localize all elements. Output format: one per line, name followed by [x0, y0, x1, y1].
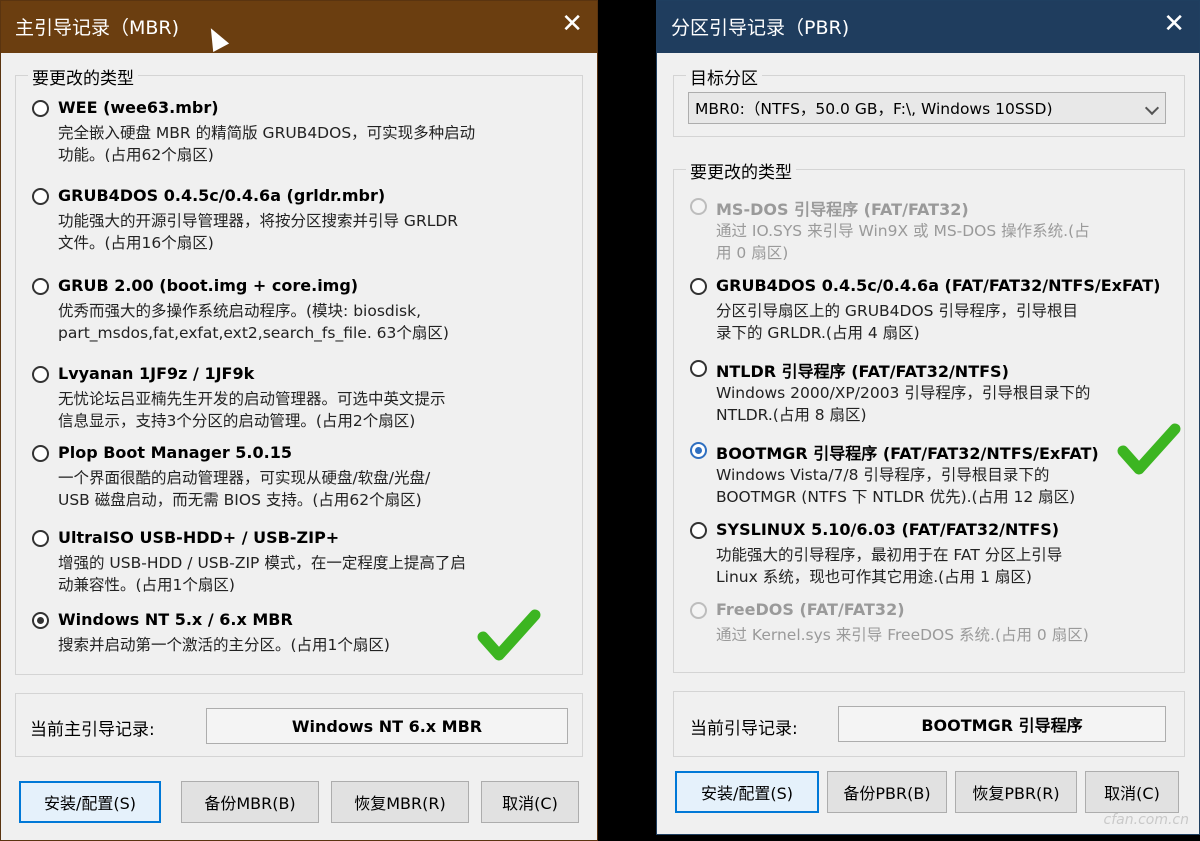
- mbr-option-title: WEE (wee63.mbr): [58, 98, 219, 117]
- mbr-option-title: Plop Boot Manager 5.0.15: [58, 443, 292, 462]
- checkmark-icon: [477, 609, 541, 661]
- pbr-option-title: BOOTMGR 引导程序 (FAT/FAT32/NTFS/ExFAT): [716, 444, 1099, 463]
- watermark-text: cfan.com.cn: [1103, 812, 1189, 828]
- pbr-option-title: GRUB4DOS 0.4.5c/0.4.6a (FAT/FAT32/NTFS/E…: [716, 276, 1161, 295]
- pbr-option-desc: Windows 2000/XP/2003 引导程序，引导根目录下的 NTLDR.…: [716, 384, 1091, 424]
- pbr-dialog: 分区引导记录（PBR) ✕ 目标分区 MBR0:（NTFS，50.0 GB，F:…: [656, 0, 1200, 835]
- pbr-type-group-label: 要更改的类型: [686, 158, 796, 183]
- checkmark-icon: [1117, 423, 1181, 475]
- pbr-restore-button[interactable]: 恢复PBR(R): [955, 771, 1077, 813]
- pbr-option-desc: 通过 IO.SYS 来引导 Win9X 或 MS-DOS 操作系统.(占 用 0…: [716, 222, 1090, 262]
- chevron-down-icon: [1144, 100, 1160, 116]
- pbr-close-button[interactable]: ✕: [1163, 9, 1185, 39]
- mbr-option-radio[interactable]: [32, 530, 49, 547]
- pbr-target-label: 目标分区: [686, 64, 762, 89]
- pbr-target-value: MBR0:（NTFS，50.0 GB，F:\, Windows 10SSD): [695, 100, 1053, 118]
- mbr-option-desc: 一个界面很酷的启动管理器，可实现从硬盘/软盘/光盘/ USB 磁盘启动，而无需 …: [58, 469, 431, 509]
- mbr-current-group: 当前主引导记录: Windows NT 6.x MBR: [15, 693, 583, 757]
- pbr-option-title: SYSLINUX 5.10/6.03 (FAT/FAT32/NTFS): [716, 520, 1060, 539]
- mbr-option-desc: 无忧论坛吕亚楠先生开发的启动管理器。可选中英文提示 信息显示，支持3个分区的启动…: [58, 390, 446, 430]
- pbr-option-radio: [690, 602, 707, 619]
- mbr-restore-button[interactable]: 恢复MBR(R): [331, 781, 469, 823]
- mbr-backup-button[interactable]: 备份MBR(B): [181, 781, 319, 823]
- mbr-type-group-label: 要更改的类型: [28, 64, 138, 89]
- pbr-option-radio[interactable]: [690, 360, 707, 377]
- mbr-option-title: GRUB4DOS 0.4.5c/0.4.6a (grldr.mbr): [58, 186, 386, 205]
- mbr-option-radio[interactable]: [32, 612, 49, 629]
- mbr-cancel-button[interactable]: 取消(C): [481, 781, 579, 823]
- mbr-titlebar[interactable]: 主引导记录（MBR) ✕: [1, 1, 597, 53]
- mbr-install-button[interactable]: 安装/配置(S): [19, 781, 161, 823]
- pbr-option-title: NTLDR 引导程序 (FAT/FAT32/NTFS): [716, 362, 1009, 381]
- mbr-current-value: Windows NT 6.x MBR: [206, 708, 568, 744]
- mbr-option-title: Windows NT 5.x / 6.x MBR: [58, 610, 293, 629]
- pbr-option-title: MS-DOS 引导程序 (FAT/FAT32): [716, 200, 969, 219]
- mbr-option-radio[interactable]: [32, 278, 49, 295]
- pbr-titlebar[interactable]: 分区引导记录（PBR) ✕: [657, 1, 1199, 53]
- mbr-current-label: 当前主引导记录:: [30, 720, 155, 740]
- pbr-install-button[interactable]: 安装/配置(S): [675, 771, 819, 813]
- pbr-cancel-button[interactable]: 取消(C): [1085, 771, 1179, 813]
- mbr-option-radio[interactable]: [32, 188, 49, 205]
- pbr-option-desc: 分区引导扇区上的 GRUB4DOS 引导程序，引导根目 录下的 GRLDR.(占…: [716, 302, 1078, 342]
- pbr-current-value: BOOTMGR 引导程序: [838, 706, 1166, 742]
- pbr-current-label: 当前引导记录:: [690, 719, 798, 739]
- mbr-type-group: 要更改的类型 WEE (wee63.mbr) 完全嵌入硬盘 MBR 的精简版 GR…: [15, 64, 583, 675]
- mbr-dialog: 主引导记录（MBR) ✕ 要更改的类型 WEE (wee63.mbr) 完全嵌入硬…: [0, 0, 598, 841]
- mbr-option-desc: 完全嵌入硬盘 MBR 的精简版 GRUB4DOS，可实现多种启动 功能。(占用6…: [58, 124, 476, 164]
- mbr-option-radio[interactable]: [32, 366, 49, 383]
- pbr-target-group: 目标分区 MBR0:（NTFS，50.0 GB，F:\, Windows 10S…: [673, 64, 1185, 137]
- pbr-type-group: 要更改的类型 MS-DOS 引导程序 (FAT/FAT32) 通过 IO.SYS …: [673, 158, 1185, 673]
- mbr-window-title: 主引导记录（MBR): [15, 17, 180, 39]
- mbr-option-radio[interactable]: [32, 100, 49, 117]
- pbr-current-group: 当前引导记录: BOOTMGR 引导程序: [673, 691, 1185, 757]
- pbr-option-radio[interactable]: [690, 442, 707, 459]
- mbr-option-desc: 增强的 USB-HDD / USB-ZIP 模式，在一定程度上提高了启 动兼容性…: [58, 554, 466, 594]
- mbr-option-title: Lvyanan 1JF9z / 1JF9k: [58, 364, 255, 383]
- pbr-option-desc: Windows Vista/7/8 引导程序，引导根目录下的 BOOTMGR (…: [716, 466, 1076, 506]
- mouse-pointer-icon: [202, 24, 230, 52]
- pbr-option-radio: [690, 198, 707, 215]
- mbr-option-desc: 优秀而强大的多操作系统启动程序。(模块: biosdisk, part_msdo…: [58, 302, 449, 342]
- mbr-option-radio[interactable]: [32, 445, 49, 462]
- pbr-target-select[interactable]: MBR0:（NTFS，50.0 GB，F:\, Windows 10SSD): [688, 92, 1166, 124]
- mbr-option-title: GRUB 2.00 (boot.img + core.img): [58, 276, 359, 295]
- pbr-option-radio[interactable]: [690, 278, 707, 295]
- mbr-option-desc: 功能强大的开源引导管理器，将按分区搜索并引导 GRLDR 文件。(占用16个扇区…: [58, 212, 459, 252]
- pbr-option-desc: 功能强大的引导程序，最初用于在 FAT 分区上引导 Linux 系统，现也可作其…: [716, 546, 1063, 586]
- mbr-option-title: UltraISO USB-HDD+ / USB-ZIP+: [58, 528, 340, 547]
- pbr-option-radio[interactable]: [690, 522, 707, 539]
- pbr-window-title: 分区引导记录（PBR): [671, 17, 850, 39]
- pbr-option-desc: 通过 Kernel.sys 来引导 FreeDOS 系统.(占用 0 扇区): [716, 626, 1089, 644]
- pbr-backup-button[interactable]: 备份PBR(B): [827, 771, 947, 813]
- mbr-close-button[interactable]: ✕: [561, 9, 583, 39]
- pbr-option-title: FreeDOS (FAT/FAT32): [716, 600, 905, 619]
